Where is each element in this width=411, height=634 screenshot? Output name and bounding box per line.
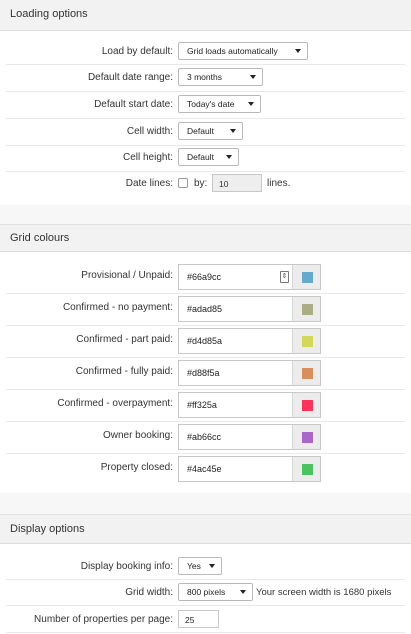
- colour-label: Confirmed - fully paid:: [75, 366, 173, 377]
- default-start-date-value: Today's date: [187, 99, 235, 109]
- chevron-down-icon: [240, 590, 246, 594]
- divider: [6, 64, 405, 65]
- colour-value: #d88f5a: [187, 368, 220, 378]
- divider: [6, 389, 405, 390]
- colour-label: Provisional / Unpaid:: [81, 270, 173, 281]
- colour-value: #66a9cc: [187, 272, 222, 282]
- cell-width-label: Cell width:: [126, 126, 173, 137]
- load-by-default-value: Grid loads automatically: [187, 46, 278, 56]
- chevron-down-icon: [230, 129, 236, 133]
- date-lines-value: 10: [219, 179, 229, 189]
- loading-options-header: Loading options: [0, 0, 411, 31]
- date-lines-by-label: by:: [194, 178, 208, 189]
- grid-colours-title: Grid colours: [10, 232, 70, 244]
- chevron-down-icon: [248, 102, 254, 106]
- divider: [6, 605, 405, 606]
- cell-height-value: Default: [187, 152, 214, 162]
- divider: [6, 145, 405, 146]
- booking-info-value: Yes: [187, 561, 201, 571]
- default-start-date-label: Default start date:: [94, 99, 173, 110]
- date-lines-input[interactable]: 10: [212, 174, 262, 192]
- default-date-range-select[interactable]: 3 months: [178, 68, 263, 86]
- grid-width-value: 800 pixels: [187, 587, 226, 597]
- colour-value: #d4d85a: [187, 336, 223, 346]
- colour-input[interactable]: #66a9cc ⇕: [178, 264, 321, 290]
- divider: [6, 171, 405, 172]
- date-lines-checkbox[interactable]: [178, 178, 188, 188]
- colour-swatch: [302, 464, 313, 475]
- colour-swatch-button[interactable]: [292, 265, 320, 289]
- section-spacer: [0, 493, 411, 514]
- colour-input[interactable]: #adad85: [178, 296, 321, 322]
- cell-width-value: Default: [187, 126, 214, 136]
- colour-input[interactable]: #d4d85a: [178, 328, 321, 354]
- colour-swatch-button[interactable]: [292, 425, 320, 449]
- picker-icon[interactable]: ⇕: [280, 271, 289, 283]
- default-start-date-select[interactable]: Today's date: [178, 95, 261, 113]
- display-options-title: Display options: [10, 523, 85, 535]
- colour-label: Confirmed - part paid:: [76, 334, 173, 345]
- default-date-range-label: Default date range:: [87, 72, 173, 83]
- display-options-header: Display options: [0, 514, 411, 544]
- colour-swatch-button[interactable]: [292, 457, 320, 481]
- screen-width-note: Your screen width is 1680 pixels: [256, 587, 392, 598]
- colour-swatch: [302, 368, 313, 379]
- properties-per-page-input[interactable]: 25: [178, 610, 219, 628]
- colour-swatch: [302, 304, 313, 315]
- colour-input[interactable]: #ab66cc: [178, 424, 321, 450]
- divider: [6, 453, 405, 454]
- colour-value: #ab66cc: [187, 432, 222, 442]
- grid-colours-header: Grid colours: [0, 224, 411, 252]
- divider: [6, 118, 405, 119]
- grid-width-label: Grid width:: [125, 587, 173, 598]
- divider: [6, 579, 405, 580]
- cell-height-select[interactable]: Default: [178, 148, 239, 166]
- colour-label: Confirmed - no payment:: [62, 302, 173, 313]
- cell-width-select[interactable]: Default: [178, 122, 243, 140]
- colour-swatch-button[interactable]: [292, 297, 320, 321]
- chevron-down-icon: [250, 75, 256, 79]
- colour-label: Owner booking:: [102, 430, 173, 441]
- date-lines-label: Date lines:: [125, 178, 173, 189]
- chevron-down-icon: [295, 49, 301, 53]
- colour-input[interactable]: #4ac45e: [178, 456, 321, 482]
- section-spacer: [0, 205, 411, 225]
- chevron-down-icon: [226, 155, 232, 159]
- colour-swatch: [302, 272, 313, 283]
- properties-per-page-value: 25: [185, 615, 195, 625]
- colour-swatch-button[interactable]: [292, 393, 320, 417]
- divider: [6, 421, 405, 422]
- colour-label: Property closed:: [100, 462, 173, 473]
- divider: [6, 91, 405, 92]
- loading-options-title: Loading options: [10, 8, 88, 20]
- chevron-down-icon: [209, 564, 215, 568]
- colour-swatch-button[interactable]: [292, 361, 320, 385]
- date-lines-suffix: lines.: [267, 178, 291, 189]
- colour-label: Confirmed - overpayment:: [57, 398, 173, 409]
- properties-per-page-label: Number of properties per page:: [34, 614, 173, 625]
- colour-input[interactable]: #d88f5a: [178, 360, 321, 386]
- load-by-default-select[interactable]: Grid loads automatically: [178, 42, 308, 60]
- colour-value: #adad85: [187, 304, 223, 314]
- divider: [6, 293, 405, 294]
- colour-swatch: [302, 432, 313, 443]
- colour-swatch: [302, 336, 313, 347]
- booking-info-select[interactable]: Yes: [178, 557, 222, 575]
- cell-height-label: Cell height:: [122, 152, 173, 163]
- divider: [6, 325, 405, 326]
- booking-info-label: Display booking info:: [80, 561, 173, 572]
- default-date-range-value: 3 months: [187, 72, 222, 82]
- colour-input[interactable]: #ff325a: [178, 392, 321, 418]
- grid-width-select[interactable]: 800 pixels: [178, 583, 253, 601]
- colour-swatch: [302, 400, 313, 411]
- divider: [6, 357, 405, 358]
- colour-value: #4ac45e: [187, 464, 222, 474]
- divider: [6, 632, 405, 633]
- colour-value: #ff325a: [187, 400, 217, 410]
- load-by-default-label: Load by default:: [101, 46, 173, 57]
- colour-swatch-button[interactable]: [292, 329, 320, 353]
